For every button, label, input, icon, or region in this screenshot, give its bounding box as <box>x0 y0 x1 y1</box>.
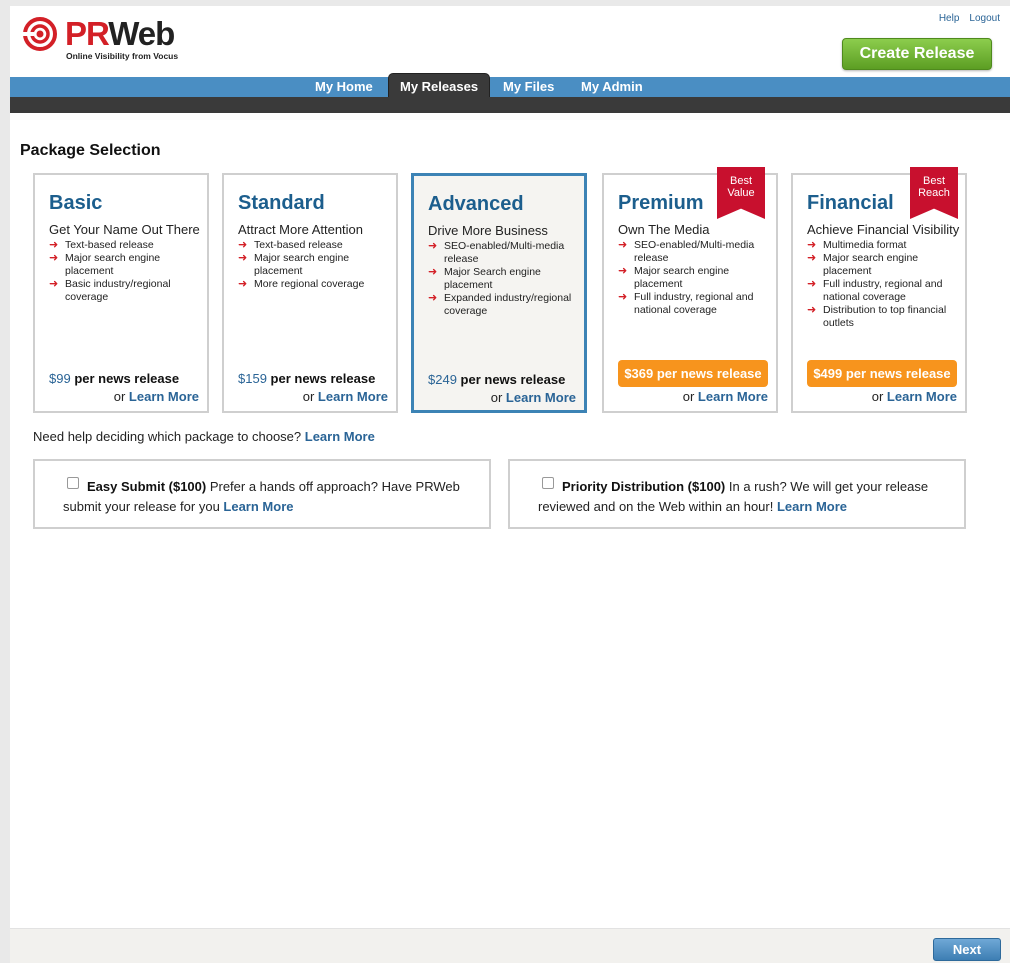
learn-more-link[interactable]: Learn More <box>506 390 576 405</box>
addon-description: Easy Submit ($100) Prefer a hands off ap… <box>63 479 460 514</box>
feature-item: ➜ Major search engine placement <box>49 252 161 277</box>
arrow-right-icon: ➜ <box>428 292 438 304</box>
package-card-standard[interactable]: Standard Attract More Attention ➜ Text-ba… <box>222 173 398 413</box>
learn-more-link[interactable]: Learn More <box>698 389 768 404</box>
addon-priority-distribution: Priority Distribution ($100) In a rush? … <box>508 459 966 529</box>
tab-my-admin[interactable]: My Admin <box>581 77 643 97</box>
arrow-right-icon: ➜ <box>49 239 59 251</box>
package-tagline: Get Your Name Out There <box>49 222 200 237</box>
prweb-logo[interactable]: PRWeb Online Visibility from Vocus <box>22 16 192 66</box>
feature-item: ➜ Full industry, regional and national co… <box>618 291 754 316</box>
package-features: ➜ SEO-enabled/Multi-media release ➜ Major … <box>618 239 776 317</box>
best-value-ribbon: Best Value <box>717 167 765 219</box>
package-price: $159 per news release <box>238 371 376 386</box>
feature-item: ➜ Multimedia format <box>807 239 907 251</box>
learn-more-link[interactable]: Learn More <box>887 389 957 404</box>
arrow-right-icon: ➜ <box>238 239 248 251</box>
feature-item: ➜ Full industry, regional and national co… <box>807 278 943 303</box>
arrow-right-icon: ➜ <box>49 252 59 264</box>
learn-more-row: or Learn More <box>682 389 768 404</box>
feature-item: ➜ Expanded industry/regional coverage <box>428 292 572 317</box>
package-features: ➜ Text-based release ➜ Major search engine… <box>49 239 207 304</box>
addon-learn-more-link[interactable]: Learn More <box>777 499 847 514</box>
feature-item: ➜ SEO-enabled/Multi-media release <box>618 239 755 264</box>
package-name: Advanced <box>428 193 524 215</box>
addon-description: Priority Distribution ($100) In a rush? … <box>538 479 929 514</box>
package-tagline: Own The Media <box>618 222 710 237</box>
package-card-basic[interactable]: Basic Get Your Name Out There ➜ Text-base… <box>33 173 209 413</box>
learn-more-link[interactable]: Learn More <box>318 389 388 404</box>
easy-submit-checkbox[interactable] <box>67 477 79 489</box>
tab-my-releases[interactable]: My Releases <box>388 73 491 97</box>
feature-item: ➜ More regional coverage <box>238 278 365 290</box>
next-button[interactable]: Next <box>933 938 1001 961</box>
help-link[interactable]: Help <box>939 13 960 24</box>
top-links: Help Logout <box>929 13 1000 24</box>
arrow-right-icon: ➜ <box>428 266 438 278</box>
priority-distribution-checkbox[interactable] <box>542 477 554 489</box>
arrow-right-icon: ➜ <box>618 239 628 251</box>
page: PRWeb Online Visibility from Vocus Help L… <box>10 6 1010 963</box>
package-name: Financial <box>807 192 894 214</box>
feature-item: ➜ Major search engine placement <box>238 252 350 277</box>
package-price: $99 per news release <box>49 371 180 386</box>
package-tagline: Achieve Financial Visibility <box>807 222 960 237</box>
package-features: ➜ Text-based release ➜ Major search engine… <box>238 239 396 291</box>
package-price-pill: $499 per news release <box>807 360 957 387</box>
best-reach-ribbon: Best Reach <box>910 167 958 219</box>
page-title: Package Selection <box>20 142 161 159</box>
feature-item: ➜ Major search engine placement <box>807 252 919 277</box>
package-name: Basic <box>49 192 103 214</box>
package-price-pill: $369 per news release <box>618 360 768 387</box>
package-card-financial[interactable]: Best Reach Financial Achieve Financial V… <box>791 167 967 413</box>
feature-item: ➜ SEO-enabled/Multi-media release <box>428 240 565 265</box>
arrow-right-icon: ➜ <box>618 291 628 303</box>
tab-my-home[interactable]: My Home <box>315 77 373 97</box>
package-name: Standard <box>238 192 325 214</box>
feature-item: ➜ Basic industry/regional coverage <box>49 278 171 303</box>
package-card-premium[interactable]: Best Value Premium Own The Media ➜ SEO-en… <box>602 167 778 413</box>
feature-item: ➜ Major Search engine placement <box>428 266 541 291</box>
learn-more-link[interactable]: Learn More <box>129 389 199 404</box>
package-name: Premium <box>618 192 704 214</box>
package-price: $249 per news release <box>428 372 566 387</box>
create-release-button[interactable]: Create Release <box>842 38 992 70</box>
tab-my-files[interactable]: My Files <box>503 77 554 97</box>
logout-link[interactable]: Logout <box>969 13 1000 24</box>
prweb-target-icon <box>22 17 57 51</box>
package-features: ➜ Multimedia format ➜ Major search engine … <box>807 239 965 330</box>
arrow-right-icon: ➜ <box>807 304 817 316</box>
feature-item: ➜ Distribution to top financial outlets <box>807 304 947 329</box>
feature-item: ➜ Text-based release <box>49 239 154 251</box>
feature-item: ➜ Major search engine placement <box>618 265 730 290</box>
arrow-right-icon: ➜ <box>428 240 438 252</box>
arrow-right-icon: ➜ <box>618 265 628 277</box>
footer-bar <box>10 928 1010 963</box>
arrow-right-icon: ➜ <box>807 239 817 251</box>
learn-more-row: or Learn More <box>871 389 957 404</box>
learn-more-row: or Learn More <box>113 389 199 404</box>
package-help-text: Need help deciding which package to choo… <box>33 429 375 444</box>
learn-more-row: or Learn More <box>490 390 576 405</box>
addon-easy-submit: Easy Submit ($100) Prefer a hands off ap… <box>33 459 491 529</box>
feature-item: ➜ Text-based release <box>238 239 343 251</box>
arrow-right-icon: ➜ <box>807 252 817 264</box>
package-card-advanced[interactable]: Advanced Drive More Business ➜ SEO-enable… <box>411 173 587 413</box>
package-tagline: Drive More Business <box>428 223 548 238</box>
nav-substrip <box>10 97 1010 113</box>
learn-more-row: or Learn More <box>302 389 388 404</box>
arrow-right-icon: ➜ <box>238 278 248 290</box>
package-tagline: Attract More Attention <box>238 222 364 237</box>
logo-wordmark: PRWeb <box>65 15 175 52</box>
package-features: ➜ SEO-enabled/Multi-media release ➜ Major … <box>428 240 586 318</box>
arrow-right-icon: ➜ <box>238 252 248 264</box>
arrow-right-icon: ➜ <box>807 278 817 290</box>
logo-tagline: Online Visibility from Vocus <box>66 51 179 61</box>
arrow-right-icon: ➜ <box>49 278 59 290</box>
help-learn-more-link[interactable]: Learn More <box>305 429 375 444</box>
addon-learn-more-link[interactable]: Learn More <box>223 499 293 514</box>
